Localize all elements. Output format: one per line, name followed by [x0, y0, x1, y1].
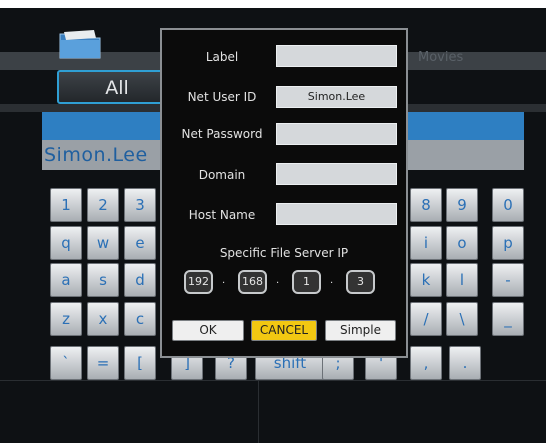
keyboard-key[interactable]: =	[87, 346, 119, 380]
keyboard-key[interactable]: 9	[446, 188, 478, 222]
keyboard-key[interactable]: .	[449, 346, 481, 380]
ip-octet-4[interactable]: 3	[346, 270, 375, 294]
keyboard-key[interactable]: k	[410, 263, 442, 297]
keyboard-key[interactable]: l	[446, 263, 478, 297]
ip-octet-3[interactable]: 1	[292, 270, 321, 294]
keyboard-key[interactable]: ,	[410, 346, 442, 380]
label-label: Label	[205, 50, 239, 64]
net-user-id-field[interactable]: Simon.Lee	[276, 86, 397, 108]
ip-separator: ·	[276, 278, 280, 289]
tab-all[interactable]: All	[57, 70, 177, 104]
category-movies[interactable]: Movies	[418, 50, 463, 65]
keyboard-key[interactable]: `	[50, 346, 82, 380]
keyboard-key[interactable]: x	[87, 302, 119, 336]
keyboard-key[interactable]: 8	[410, 188, 442, 222]
cancel-button[interactable]: CANCEL	[251, 320, 317, 341]
net-password-field[interactable]	[276, 123, 397, 145]
divider	[0, 380, 546, 381]
folder-icon	[59, 30, 101, 59]
net-user-id-label: Net User ID	[187, 90, 257, 104]
keyboard-key[interactable]: 3	[124, 188, 156, 222]
file-server-ip-title: Specific File Server IP	[219, 246, 349, 260]
keyboard-key[interactable]: 0	[492, 188, 524, 222]
net-password-label: Net Password	[181, 127, 263, 141]
keyboard-key[interactable]: q	[50, 226, 82, 260]
keyboard-key[interactable]: z	[50, 302, 82, 336]
keyboard-key[interactable]: \	[446, 302, 478, 336]
ip-octet-2[interactable]: 168	[238, 270, 267, 294]
keyboard-key[interactable]: d	[124, 263, 156, 297]
label-field[interactable]	[276, 45, 397, 67]
ip-octet-1[interactable]: 192	[184, 270, 213, 294]
ok-button[interactable]: OK	[172, 320, 244, 341]
keyboard-key[interactable]: a	[50, 263, 82, 297]
keyboard-key[interactable]: i	[410, 226, 442, 260]
host-name-field[interactable]	[276, 203, 397, 225]
keyboard-key[interactable]: c	[124, 302, 156, 336]
simple-button[interactable]: Simple	[325, 320, 396, 341]
ip-separator: ·	[222, 278, 226, 289]
host-name-label: Host Name	[188, 208, 256, 222]
keyboard-key[interactable]: /	[410, 302, 442, 336]
keyboard-key[interactable]: [	[124, 346, 156, 380]
keyboard-key[interactable]: 1	[50, 188, 82, 222]
keyboard-key[interactable]: s	[87, 263, 119, 297]
screen: All Movies Simon.Lee 123890qweiopasdkl-z…	[0, 8, 546, 443]
keyboard-key[interactable]: -	[492, 263, 524, 297]
keyboard-key[interactable]: 2	[87, 188, 119, 222]
keyboard-key[interactable]: w	[87, 226, 119, 260]
keyboard-key[interactable]: o	[446, 226, 478, 260]
keyboard-key[interactable]: e	[124, 226, 156, 260]
domain-label: Domain	[198, 168, 246, 182]
ip-separator: ·	[330, 278, 334, 289]
network-share-dialog: Label Net User ID Simon.Lee Net Password…	[160, 28, 408, 358]
keyboard-key[interactable]: p	[492, 226, 524, 260]
keyboard-key[interactable]: _	[492, 302, 524, 336]
text-input-value: Simon.Lee	[44, 144, 148, 166]
divider	[258, 380, 259, 443]
domain-field[interactable]	[276, 163, 397, 185]
